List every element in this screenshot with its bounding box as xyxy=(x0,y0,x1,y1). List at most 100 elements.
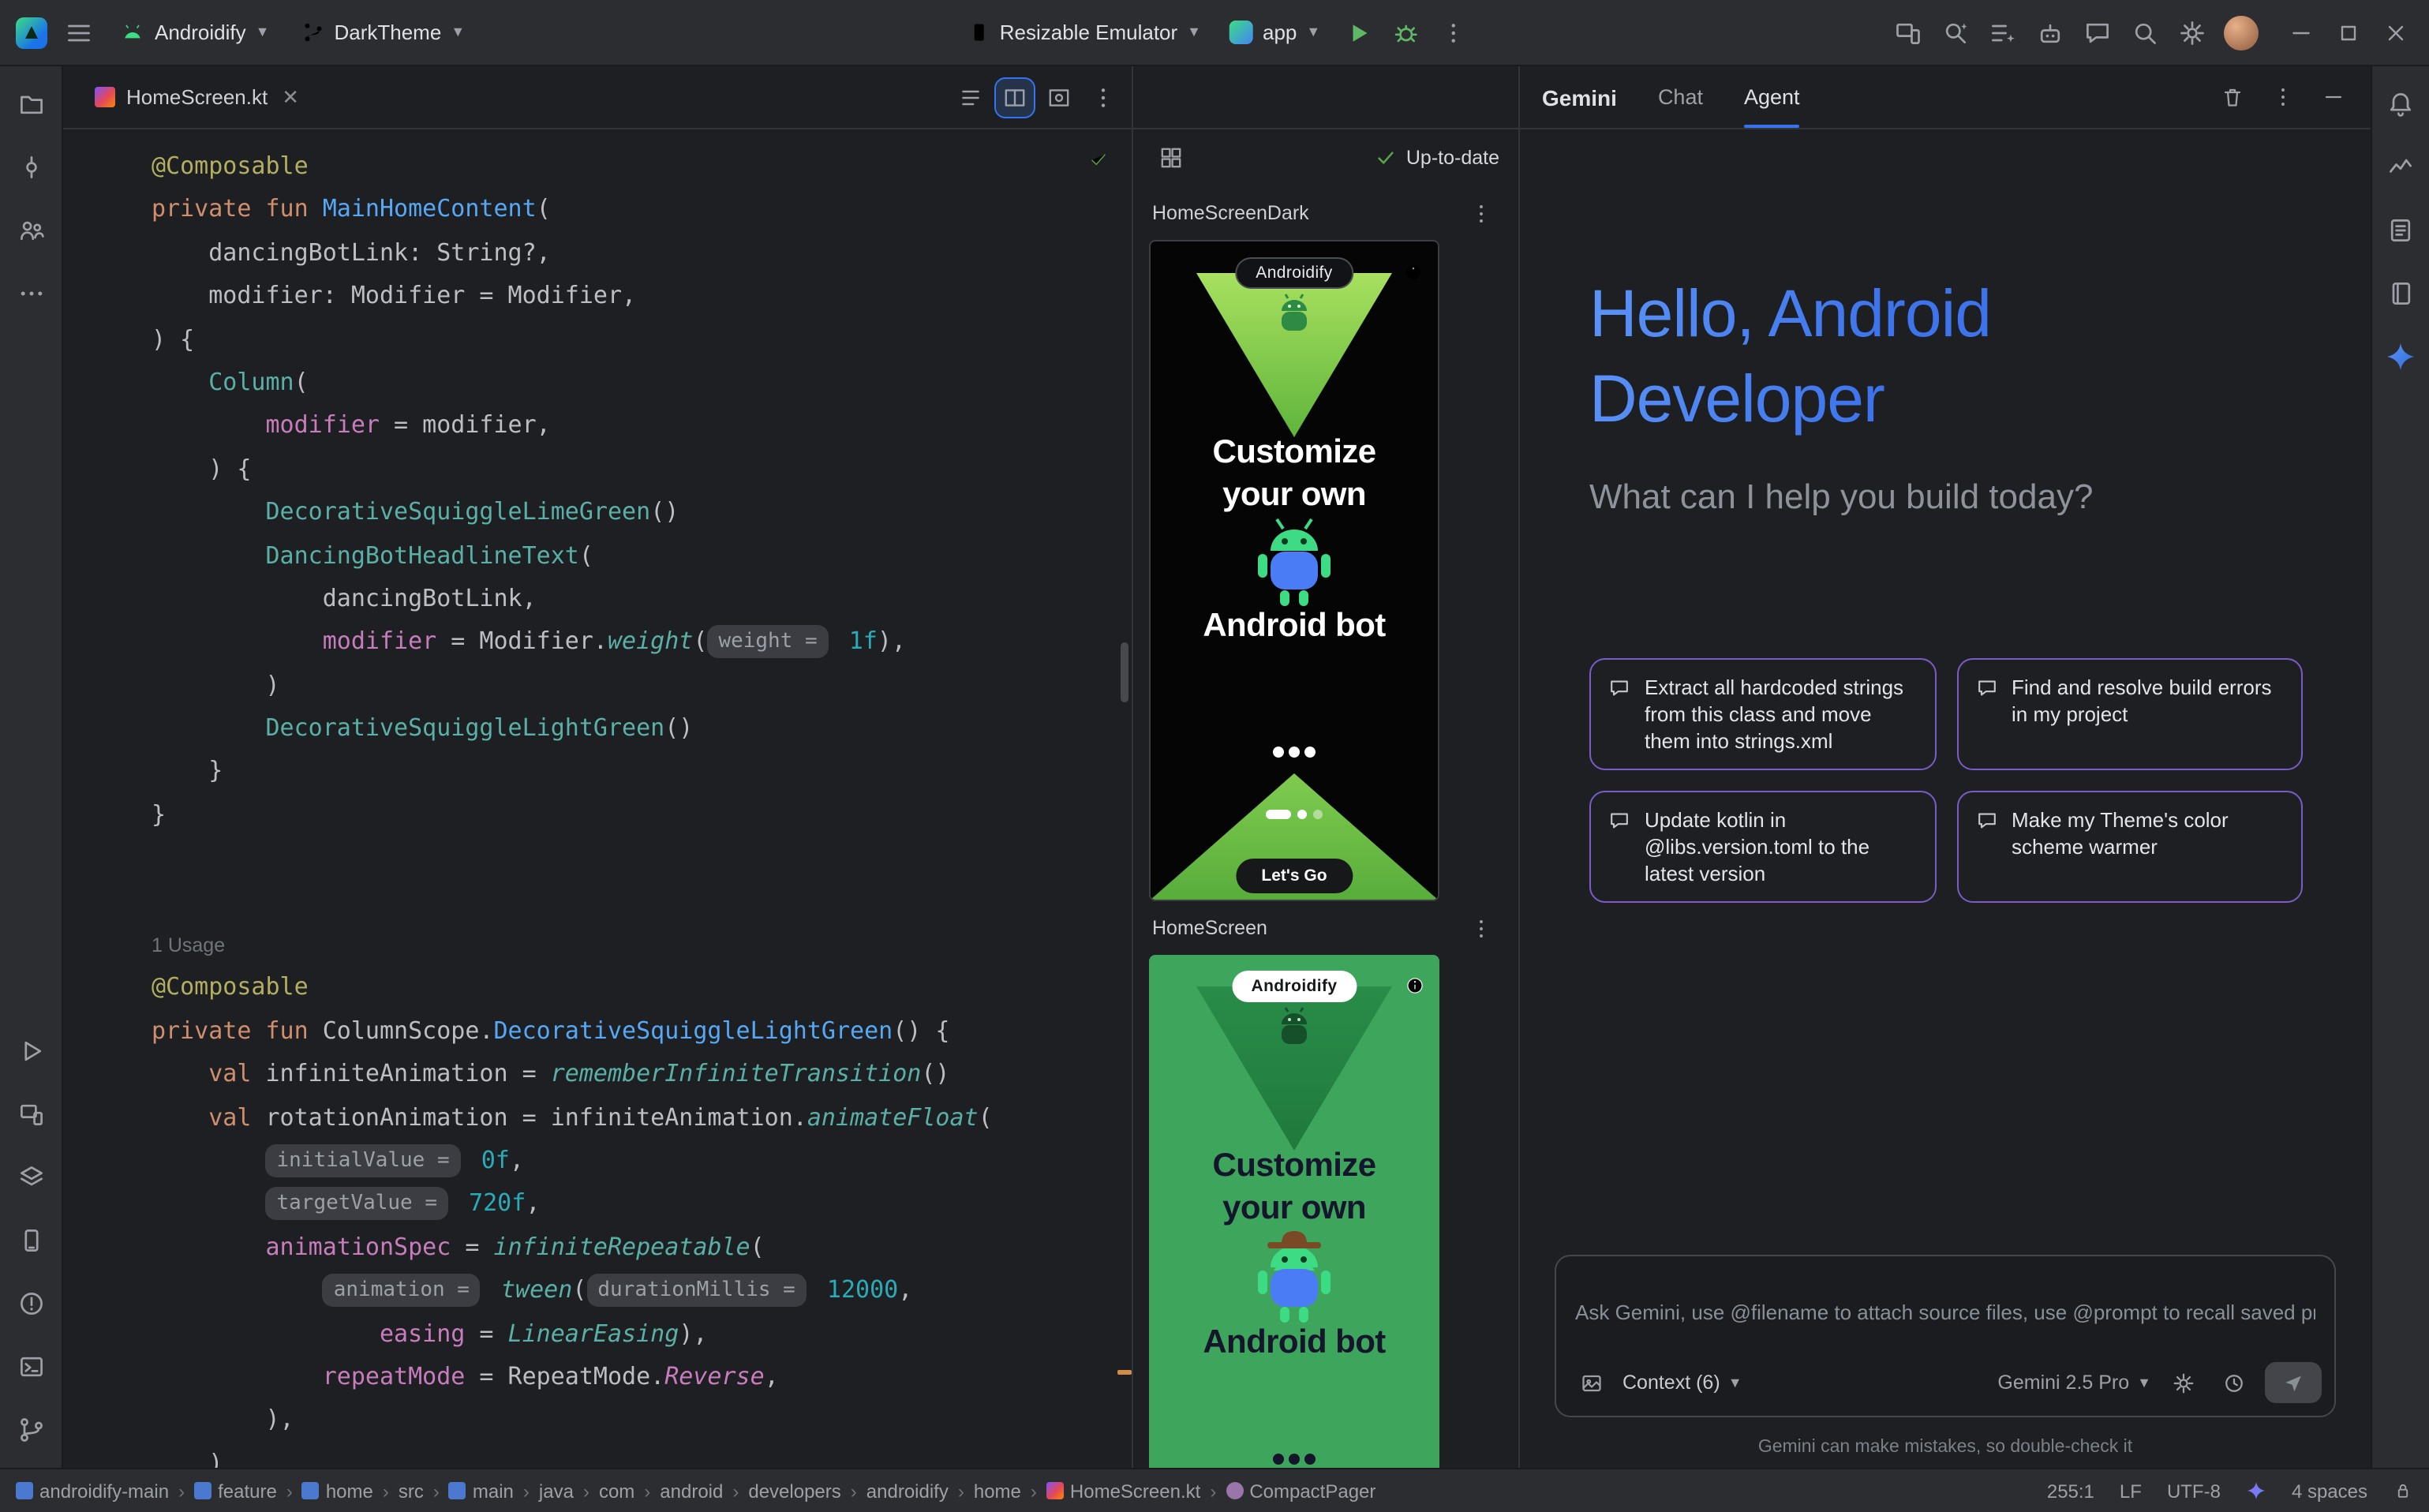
main-menu-icon[interactable] xyxy=(57,10,101,54)
chevron-down-icon: ▼ xyxy=(2137,1375,2151,1390)
close-tab-icon[interactable]: ✕ xyxy=(282,84,299,110)
history-icon[interactable] xyxy=(2214,1364,2252,1402)
breadcrumb-item[interactable]: home xyxy=(302,1480,373,1502)
breadcrumb-item[interactable]: src xyxy=(399,1480,424,1502)
breadcrumb-item[interactable]: main xyxy=(449,1480,514,1502)
device-selector[interactable]: Resizable Emulator ▼ xyxy=(954,14,1214,51)
info-icon[interactable] xyxy=(1405,975,1425,1004)
breadcrumb-item[interactable]: java xyxy=(539,1480,574,1502)
profiler-tool-icon[interactable] xyxy=(2378,145,2423,189)
branch-name: DarkTheme xyxy=(334,21,441,44)
inspections-ok-icon[interactable] xyxy=(1087,148,1110,178)
user-avatar[interactable] xyxy=(2224,15,2259,50)
chat-bubble-icon xyxy=(1607,808,1632,833)
breadcrumb-item[interactable]: developers xyxy=(748,1480,840,1502)
tab-chat[interactable]: Chat xyxy=(1658,66,1703,128)
breadcrumb-item[interactable]: home xyxy=(974,1480,1021,1502)
preview-options-icon[interactable] xyxy=(1462,909,1499,947)
suggestion-card[interactable]: Find and resolve build errors in my proj… xyxy=(1956,658,2303,770)
device-file-explorer-icon[interactable] xyxy=(2378,208,2423,253)
module-icon xyxy=(449,1482,466,1499)
version-control-tool-icon[interactable] xyxy=(9,1408,53,1452)
commit-tool-icon[interactable] xyxy=(9,145,53,189)
breadcrumb-item[interactable]: com xyxy=(599,1480,634,1502)
more-tool-windows-icon[interactable] xyxy=(9,271,53,316)
debug-button[interactable] xyxy=(1383,10,1428,54)
ai-spark-icon[interactable] xyxy=(2246,1480,2266,1501)
context-selector[interactable]: Context (6) ▼ xyxy=(1622,1372,1742,1394)
more-run-actions-icon[interactable] xyxy=(1431,10,1475,54)
breadcrumb-item[interactable]: CompactPager xyxy=(1226,1480,1375,1502)
lets-go-button[interactable]: Let's Go xyxy=(1236,859,1352,893)
run-tool-icon[interactable] xyxy=(9,1029,53,1073)
running-devices-tool-icon[interactable] xyxy=(9,1092,53,1136)
gemini-code-review-icon[interactable] xyxy=(1933,10,1978,54)
suggestion-card[interactable]: Extract all hardcoded strings from this … xyxy=(1589,658,1936,770)
problems-tool-icon[interactable] xyxy=(9,1282,53,1326)
tab-agent[interactable]: Agent xyxy=(1744,66,1800,128)
terminal-tool-icon[interactable] xyxy=(9,1345,53,1389)
collaboration-tool-icon[interactable] xyxy=(9,208,53,253)
send-button[interactable] xyxy=(2265,1362,2322,1403)
editor-scrollbar[interactable] xyxy=(1121,642,1128,702)
preview-options-icon[interactable] xyxy=(1462,194,1499,232)
indent-setting[interactable]: 4 spaces xyxy=(2292,1480,2367,1502)
preview-homescreendark[interactable]: Androidify Customize your own xyxy=(1149,240,1439,901)
project-name: Androidify xyxy=(155,21,246,44)
android-bot-illustration xyxy=(1248,516,1340,611)
project-selector[interactable]: Androidify ▼ xyxy=(107,13,282,51)
info-icon[interactable] xyxy=(1403,262,1424,290)
suggestion-card[interactable]: Update kotlin in @libs.version.toml to t… xyxy=(1589,791,1936,903)
breadcrumb-item[interactable]: androidify-main xyxy=(16,1480,169,1502)
code-view-icon[interactable] xyxy=(952,78,990,116)
ai-tasks-icon[interactable] xyxy=(1981,10,2025,54)
gemini-settings-icon[interactable] xyxy=(2164,1364,2202,1402)
line-ending[interactable]: LF xyxy=(2120,1480,2142,1502)
project-tool-icon[interactable] xyxy=(9,82,53,126)
run-button[interactable] xyxy=(1336,10,1380,54)
split-view-icon[interactable] xyxy=(996,78,1034,116)
headline-line2: your own xyxy=(1149,1190,1439,1228)
breadcrumb-item[interactable]: feature xyxy=(194,1480,277,1502)
preview-homescreen[interactable]: Androidify Customize your own xyxy=(1149,955,1439,1468)
editor-options-icon[interactable] xyxy=(1084,78,1122,116)
notebook-tool-icon[interactable] xyxy=(2378,271,2423,316)
gallery-view-icon[interactable] xyxy=(1152,139,1190,177)
lock-icon[interactable] xyxy=(2393,1480,2413,1501)
trash-icon[interactable] xyxy=(2213,78,2251,116)
device-phone-icon xyxy=(967,21,990,44)
tab-homescreen-kt[interactable]: HomeScreen.kt ✕ xyxy=(79,66,315,128)
ai-chat-icon[interactable] xyxy=(2075,10,2120,54)
maximize-button[interactable] xyxy=(2325,9,2372,56)
hide-panel-icon[interactable] xyxy=(2314,78,2352,116)
gemini-options-icon[interactable] xyxy=(2263,78,2301,116)
close-button[interactable] xyxy=(2372,9,2420,56)
file-encoding[interactable]: UTF-8 xyxy=(2167,1480,2221,1502)
suggestion-card[interactable]: Make my Theme's color scheme warmer xyxy=(1956,791,2303,903)
notifications-bell-icon[interactable] xyxy=(2378,82,2423,126)
run-config-selector[interactable]: app ▼ xyxy=(1217,14,1333,51)
model-selector[interactable]: Gemini 2.5 Pro ▼ xyxy=(1997,1372,2151,1394)
search-icon[interactable] xyxy=(2123,10,2167,54)
design-view-icon[interactable] xyxy=(1040,78,1078,116)
device-name: Resizable Emulator xyxy=(1000,21,1177,44)
device-explorer-tool-icon[interactable] xyxy=(9,1218,53,1263)
gemini-prompt-input[interactable] xyxy=(1556,1256,2334,1353)
right-tool-strip xyxy=(2371,66,2429,1468)
gemini-panel: Gemini Chat Agent Hello, Android Develop… xyxy=(1518,66,2371,1468)
gemini-tool-icon[interactable] xyxy=(2378,335,2423,379)
preview-name: HomeScreen xyxy=(1152,917,1267,939)
studio-bot-icon[interactable] xyxy=(2028,10,2072,54)
breadcrumb-item[interactable]: android xyxy=(660,1480,723,1502)
caret-position[interactable]: 255:1 xyxy=(2047,1480,2094,1502)
breadcrumb-item[interactable]: HomeScreen.kt xyxy=(1046,1480,1200,1502)
device-manager-icon[interactable] xyxy=(1886,10,1930,54)
attach-image-icon[interactable] xyxy=(1572,1364,1610,1402)
branch-selector[interactable]: DarkTheme ▼ xyxy=(288,14,477,51)
breadcrumb-item[interactable]: androidify xyxy=(866,1480,949,1502)
settings-gear-icon[interactable] xyxy=(2170,10,2214,54)
code-editor[interactable]: @Composableprivate fun MainHomeContent( … xyxy=(63,129,1132,1468)
module-icon xyxy=(194,1482,211,1499)
minimize-button[interactable] xyxy=(2277,9,2325,56)
build-variants-tool-icon[interactable] xyxy=(9,1155,53,1199)
